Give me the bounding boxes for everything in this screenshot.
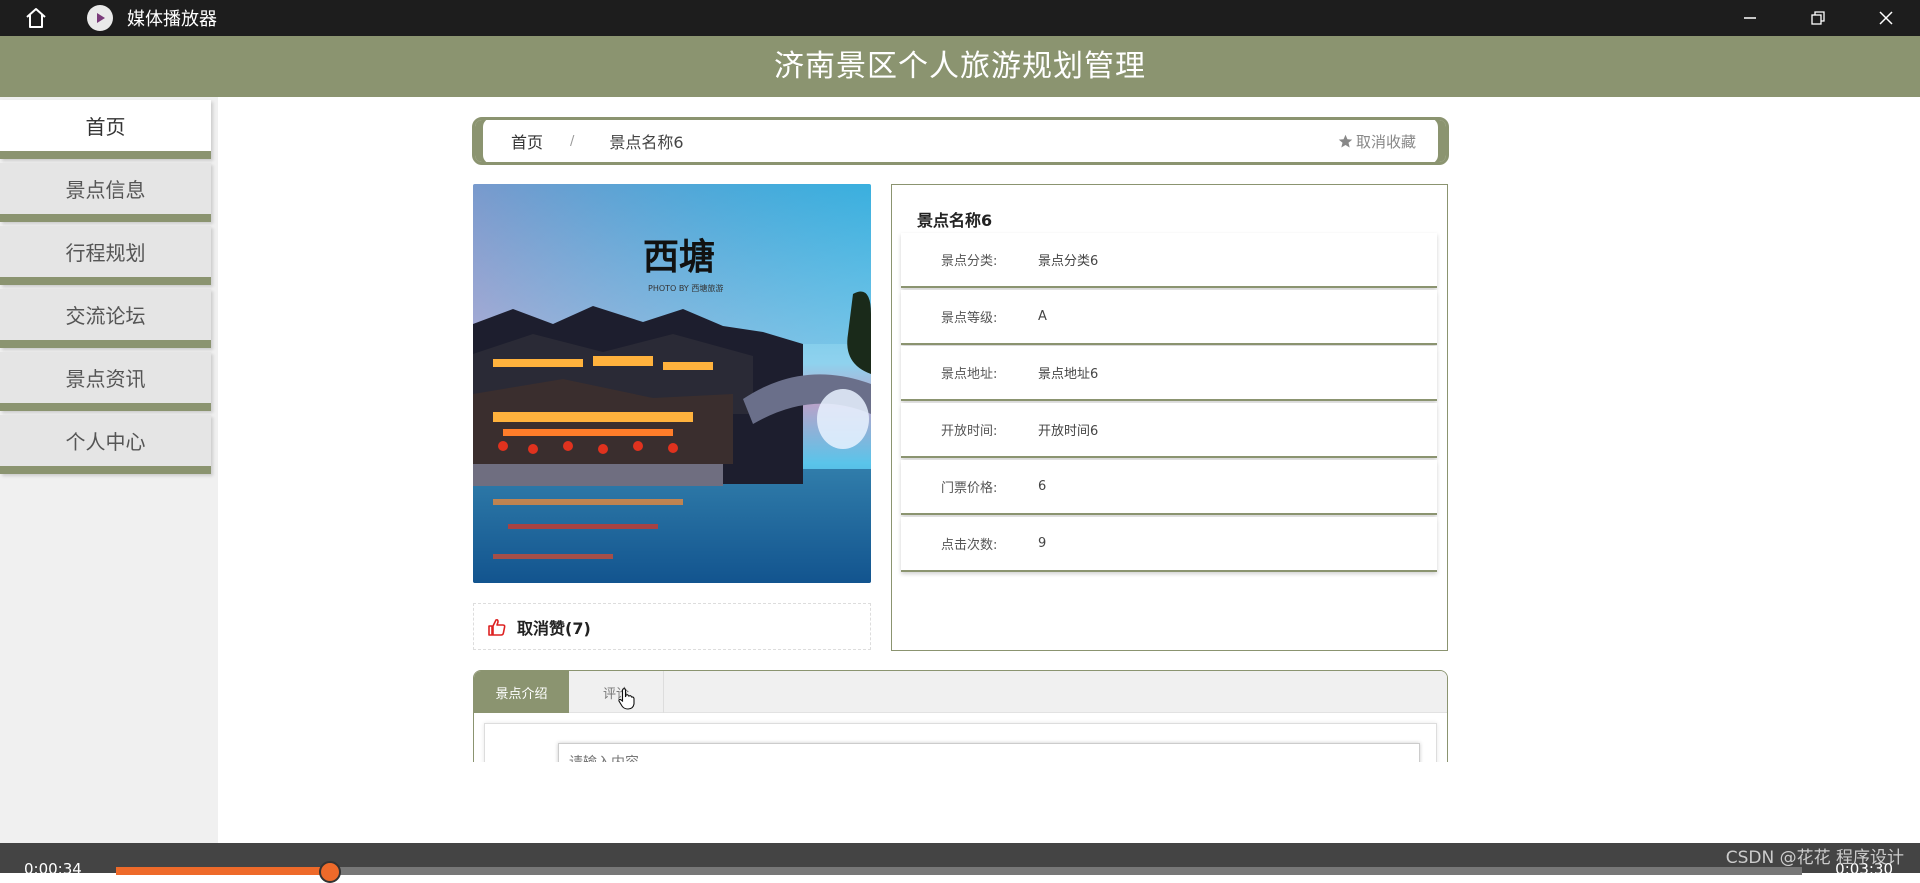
tab-intro[interactable]: 景点介绍	[474, 671, 569, 713]
info-label: 景点分类:	[941, 254, 998, 269]
comment-input[interactable]	[558, 743, 1420, 762]
sidebar-item-news[interactable]: 景点资讯	[0, 352, 211, 411]
breadcrumb-separator: /	[570, 133, 575, 149]
info-label: 点击次数:	[941, 538, 998, 553]
info-row-category: 景点分类: 景点分类6	[901, 233, 1437, 288]
unlike-button[interactable]: 取消赞(7)	[473, 603, 871, 650]
info-row-click-count: 点击次数: 9	[901, 517, 1437, 572]
site-header: 济南景区个人旅游规划管理	[0, 32, 1920, 97]
info-value: 景点地址6	[1038, 367, 1099, 382]
restore-icon[interactable]	[1784, 0, 1852, 36]
info-row-opening-hours: 开放时间: 开放时间6	[901, 403, 1437, 458]
image-caption-title: 西塘	[643, 236, 715, 278]
scenic-name: 景点名称6	[917, 211, 993, 230]
unlike-label: 取消赞(7)	[517, 618, 591, 638]
breadcrumb: 首页 / 景点名称6 取消收藏	[472, 117, 1449, 165]
watermark: CSDN @花花 程序设计	[1725, 848, 1904, 868]
info-row-address: 景点地址: 景点地址6	[901, 346, 1437, 401]
progress-thumb[interactable]	[319, 861, 342, 883]
unfavorite-label: 取消收藏	[1355, 133, 1416, 151]
thumbs-up-icon	[488, 618, 506, 636]
home-icon[interactable]	[19, 1, 53, 35]
current-time: 0:00:34	[24, 860, 82, 878]
info-value: 开放时间6	[1038, 424, 1099, 439]
progress-fill	[116, 867, 331, 875]
info-label: 开放时间:	[941, 424, 998, 439]
play-icon	[87, 5, 113, 31]
player-titlebar: 媒体播放器	[0, 0, 1920, 36]
tab-content	[484, 723, 1437, 762]
info-value: 6	[1038, 479, 1047, 494]
info-value: 景点分类6	[1038, 254, 1099, 269]
minimize-icon[interactable]	[1716, 0, 1784, 36]
image-caption-credit: PHOTO BY 西塘旅游	[648, 283, 723, 293]
sidebar-item-scenic-info[interactable]: 景点信息	[0, 163, 211, 222]
player-controls: 0:00:34 0:03:30 CSDN @花花 程序设计	[0, 843, 1920, 883]
sidebar-item-forum[interactable]: 交流论坛	[0, 289, 211, 348]
info-label: 景点地址:	[941, 367, 998, 382]
scenic-spot-image: 西塘 PHOTO BY 西塘旅游	[473, 184, 871, 583]
detail-tabs: 景点介绍 评论	[473, 670, 1448, 762]
hand-cursor-icon	[618, 688, 635, 710]
info-label: 门票价格:	[941, 481, 998, 496]
info-value: 9	[1038, 536, 1047, 551]
progress-bar[interactable]	[116, 861, 1802, 883]
breadcrumb-current: 景点名称6	[609, 133, 684, 152]
info-label: 景点等级:	[941, 311, 998, 326]
player-title: 媒体播放器	[127, 9, 217, 30]
sidebar: 首页 景点信息 行程规划 交流论坛 景点资讯 个人中心	[0, 97, 218, 843]
sidebar-item-home[interactable]: 首页	[0, 100, 211, 159]
breadcrumb-home-link[interactable]: 首页	[511, 129, 543, 153]
info-row-ticket-price: 门票价格: 6	[901, 460, 1437, 515]
scenic-info-panel: 景点名称6 景点分类: 景点分类6 景点等级: A 景点地址: 景点地址6 开放…	[891, 184, 1448, 651]
info-row-level: 景点等级: A	[901, 290, 1437, 345]
site-title: 济南景区个人旅游规划管理	[774, 49, 1146, 84]
sidebar-item-profile[interactable]: 个人中心	[0, 415, 211, 474]
info-value: A	[1038, 309, 1047, 324]
unfavorite-button[interactable]: 取消收藏	[1338, 131, 1416, 152]
star-icon	[1338, 134, 1353, 148]
close-icon[interactable]	[1852, 0, 1920, 36]
sidebar-item-itinerary[interactable]: 行程规划	[0, 226, 211, 285]
